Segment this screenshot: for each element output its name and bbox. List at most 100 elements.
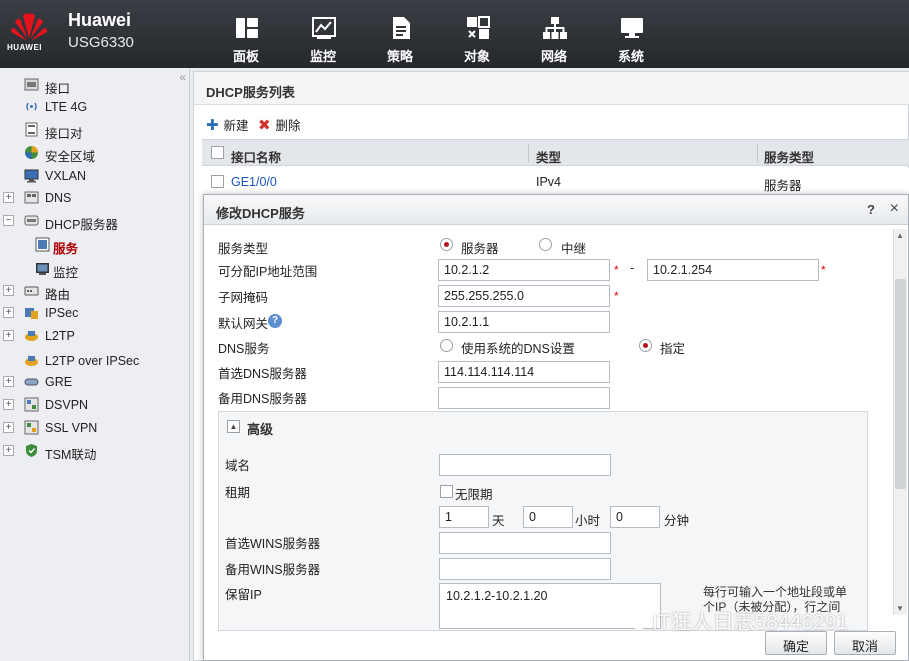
scroll-thumb[interactable] <box>895 279 906 489</box>
help-icon[interactable]: ? <box>867 202 875 217</box>
sidebar-item-vxlan[interactable]: VXLAN <box>0 165 188 187</box>
specify-dns-radio[interactable] <box>639 339 652 352</box>
column-header-service-type[interactable]: 服务类型 <box>764 147 814 166</box>
nav-object[interactable]: 对象 <box>441 0 513 68</box>
gateway-input[interactable]: 10.2.1.1 <box>438 311 610 333</box>
nav-network[interactable]: 网络 <box>518 0 590 68</box>
server-radio[interactable] <box>440 238 453 251</box>
lease-days-input[interactable]: 1 <box>439 506 489 528</box>
sidebar-item-label: L2TP <box>45 329 75 343</box>
nav-monitor[interactable]: 监控 <box>287 0 359 68</box>
sidebar-item-dhcp-server[interactable]: − DHCP服务器 <box>0 210 188 232</box>
expand-icon[interactable]: + <box>3 192 14 203</box>
expand-icon[interactable]: + <box>3 445 14 456</box>
primary-wins-input[interactable] <box>439 532 611 554</box>
range-start-input[interactable]: 10.2.1.2 <box>438 259 610 281</box>
relay-radio[interactable] <box>539 238 552 251</box>
close-icon[interactable]: × <box>890 200 899 218</box>
secondary-wins-input[interactable] <box>439 558 611 580</box>
sidebar-item-label: 安全区域 <box>45 150 96 164</box>
subnet-mask-input[interactable]: 255.255.255.0 <box>438 285 610 307</box>
interface-link[interactable]: GE1/0/0 <box>231 175 277 189</box>
specify-dns-radio-label[interactable]: 指定 <box>660 338 685 357</box>
row-type: IPv4 <box>536 175 562 189</box>
sidebar-item-dhcp-service[interactable]: 服务 <box>0 234 188 256</box>
expand-icon[interactable]: + <box>3 376 14 387</box>
select-all-checkbox[interactable] <box>211 146 224 159</box>
secondary-wins-label: 备用WINS服务器 <box>225 563 321 577</box>
nav-label: 面板 <box>232 49 259 64</box>
sidebar-item-dns[interactable]: + DNS <box>0 187 188 209</box>
sidebar-item-l2tp-over-ipsec[interactable]: L2TP over IPSec <box>0 350 188 372</box>
wechat-icon <box>622 610 647 630</box>
advanced-toggle-icon[interactable]: ▲ <box>227 420 240 433</box>
sidebar-item-label: LTE 4G <box>45 100 88 114</box>
row-checkbox[interactable] <box>211 175 224 188</box>
monitor-chart-icon <box>312 17 336 39</box>
sidebar-item-dsvpn[interactable]: + DSVPN <box>0 394 188 416</box>
row-service-type: 服务器 <box>764 179 802 193</box>
column-header-interface[interactable]: 接口名称 <box>231 147 281 166</box>
scroll-down-icon[interactable]: ▼ <box>896 604 904 613</box>
new-button[interactable]: ✚ 新建 <box>206 115 249 134</box>
column-divider[interactable] <box>757 144 758 162</box>
system-dns-radio[interactable] <box>440 339 453 352</box>
sidebar-item-l2tp[interactable]: + L2TP <box>0 325 188 347</box>
dhcp-server-icon <box>24 215 39 226</box>
sidebar-item-security-zone[interactable]: 安全区域 <box>0 142 188 164</box>
advanced-title[interactable]: 高级 <box>247 419 273 438</box>
sidebar-item-interface[interactable]: 接口 <box>0 74 188 96</box>
secondary-dns-input[interactable] <box>438 387 610 409</box>
sidebar-item-ssl-vpn[interactable]: + SSL VPN <box>0 417 188 439</box>
subnet-mask-label: 子网掩码 <box>218 291 269 305</box>
system-dns-radio-label[interactable]: 使用系统的DNS设置 <box>461 338 575 357</box>
primary-dns-input[interactable]: 114.114.114.114 <box>438 361 610 383</box>
table-row[interactable]: GE1/0/0 IPv4 服务器 <box>202 168 909 194</box>
delete-button[interactable]: ✖ 删除 <box>258 115 301 134</box>
hours-unit: 小时 <box>575 514 601 528</box>
expand-icon[interactable]: + <box>3 330 14 341</box>
expand-icon[interactable]: + <box>3 422 14 433</box>
unlimited-lease-label[interactable]: 无限期 <box>455 484 493 503</box>
sidebar-item-label: 接口对 <box>45 127 83 141</box>
dashboard-icon <box>236 18 258 38</box>
sidebar-item-interface-pair[interactable]: 接口对 <box>0 119 188 141</box>
sidebar-item-label: DHCP服务器 <box>45 218 118 232</box>
scroll-up-icon[interactable]: ▲ <box>896 231 904 240</box>
sidebar-item-tsm[interactable]: + TSM联动 <box>0 440 188 462</box>
sidebar-item-label: 服务 <box>53 242 79 256</box>
domain-label: 域名 <box>225 459 251 473</box>
nav-policy[interactable]: 策略 <box>364 0 436 68</box>
gateway-help-icon[interactable]: ? <box>268 314 282 328</box>
sidebar-item-dhcp-monitor[interactable]: 监控 <box>0 258 188 280</box>
required-mark: * <box>614 263 619 277</box>
gre-icon <box>24 378 39 386</box>
relay-radio-label[interactable]: 中继 <box>561 238 586 257</box>
dialog-scrollbar[interactable]: ▲ ▼ <box>893 229 907 615</box>
nav-dashboard[interactable]: 面板 <box>210 0 282 68</box>
sidebar-item-label: GRE <box>45 375 73 389</box>
sidebar-item-lte[interactable]: LTE 4G <box>0 96 188 118</box>
sidebar-item-route[interactable]: + 路由 <box>0 280 188 302</box>
expand-icon[interactable]: + <box>3 285 14 296</box>
column-divider[interactable] <box>528 144 529 162</box>
range-end-input[interactable]: 10.2.1.254 <box>647 259 819 281</box>
expand-icon[interactable]: + <box>3 399 14 410</box>
nav-label: 系统 <box>617 49 644 64</box>
sidebar-item-label: SSL VPN <box>45 421 98 435</box>
lease-hours-input[interactable]: 0 <box>523 506 573 528</box>
watermark-text: IT狂人日志58446291 <box>652 611 849 634</box>
sidebar-item-gre[interactable]: + GRE <box>0 371 188 393</box>
dns-service-label: DNS服务 <box>218 342 270 356</box>
server-radio-label[interactable]: 服务器 <box>461 238 499 257</box>
domain-input[interactable] <box>439 454 611 476</box>
unlimited-lease-checkbox[interactable] <box>440 485 453 498</box>
collapse-icon[interactable]: − <box>3 215 14 226</box>
column-header-type[interactable]: 类型 <box>536 147 561 166</box>
expand-icon[interactable]: + <box>3 307 14 318</box>
dns-icon <box>24 191 39 204</box>
lease-minutes-input[interactable]: 0 <box>610 506 660 528</box>
nav-system[interactable]: 系统 <box>595 0 667 68</box>
sidebar-item-ipsec[interactable]: + IPSec <box>0 302 188 324</box>
reserved-ip-label: 保留IP <box>225 588 262 602</box>
